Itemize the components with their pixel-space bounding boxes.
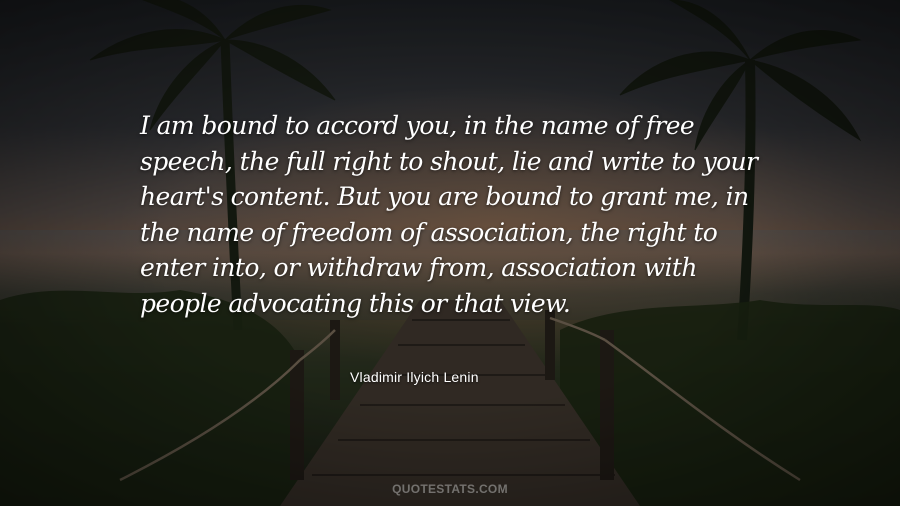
quote-author: Vladimir Ilyich Lenin: [350, 369, 479, 385]
quote-card: I am bound to accord you, in the name of…: [0, 0, 900, 506]
site-watermark: QUOTESTATS.COM: [392, 482, 508, 496]
quote-line: speech, the full right to shout, lie and…: [140, 146, 758, 176]
quote-line: the name of freedom of association, the …: [140, 217, 718, 247]
quote-text: I am bound to accord you, in the name of…: [140, 108, 780, 321]
quote-line: I am bound to accord you, in the name of…: [140, 111, 695, 140]
quote-line: enter into, or withdraw from, associatio…: [140, 253, 697, 282]
quote-line: people advocating this or that view.: [140, 288, 571, 318]
quote-line: heart's content. But you are bound to gr…: [140, 182, 749, 211]
